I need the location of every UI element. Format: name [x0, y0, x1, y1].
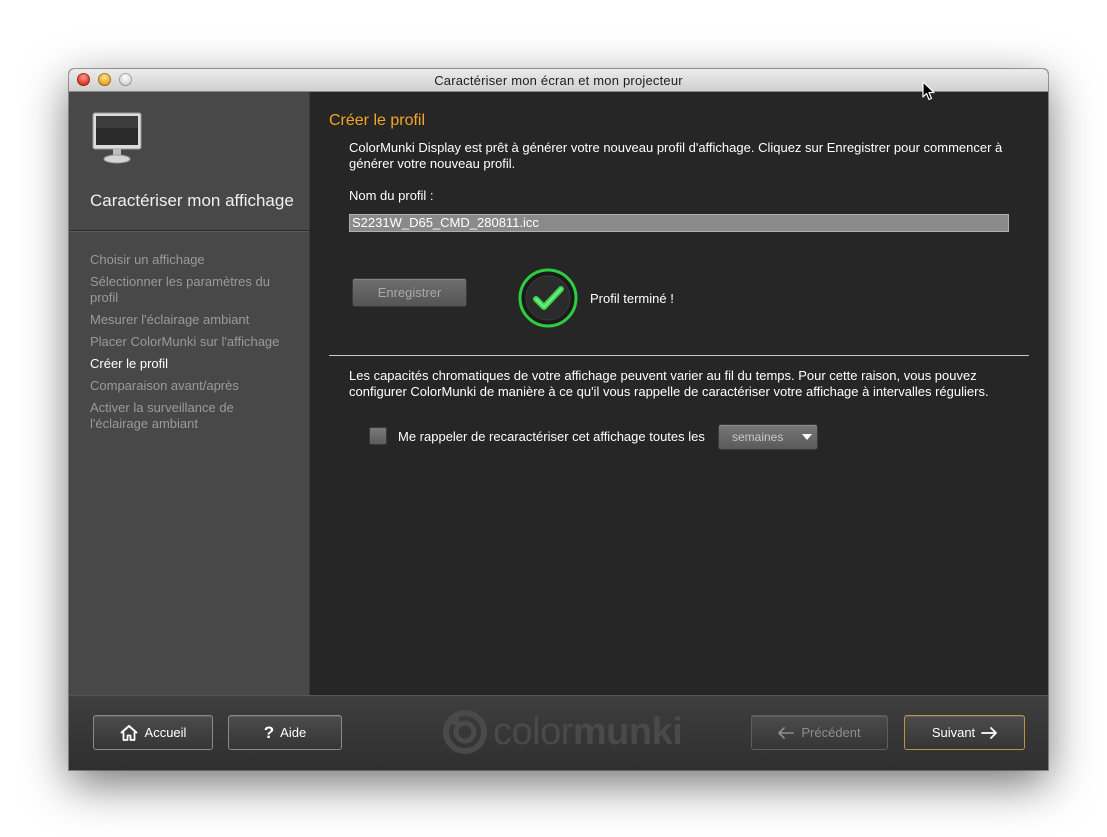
app-window: Caractériser mon écran et mon projecteur… — [69, 69, 1048, 770]
home-button-label: Accueil — [144, 725, 187, 740]
step-profile-settings[interactable]: Sélectionner les paramètres du profil — [90, 274, 290, 306]
section-title: Créer le profil — [329, 112, 426, 129]
next-button[interactable]: Suivant — [904, 715, 1025, 750]
sidebar-divider — [69, 230, 309, 231]
section-divider — [329, 355, 1029, 356]
main-panel: Créer le profil ColorMunki Display est p… — [310, 92, 1048, 695]
help-button[interactable]: ? Aide — [228, 715, 342, 750]
success-check-icon — [517, 267, 579, 329]
sidebar-title: Caractériser mon affichage — [90, 191, 294, 210]
footer-bar: Accueil ? Aide colormunki Précédent Suiv… — [69, 695, 1048, 770]
colormunki-swirl-icon — [443, 710, 487, 754]
help-icon: ? — [263, 722, 275, 742]
step-create-profile[interactable]: Créer le profil — [90, 356, 290, 372]
brand-text-light: color — [493, 710, 573, 753]
arrow-left-icon — [778, 726, 795, 739]
profile-name-label: Nom du profil : — [349, 188, 434, 203]
home-icon — [119, 724, 138, 741]
capabilities-text: Les capacités chromatiques de votre affi… — [349, 368, 989, 399]
mouse-pointer-icon — [922, 81, 935, 101]
step-choose-display[interactable]: Choisir un affichage — [90, 252, 290, 268]
previous-button-label: Précédent — [801, 725, 861, 740]
title-bar[interactable]: Caractériser mon écran et mon projecteur — [69, 69, 1048, 92]
step-ambient-monitoring[interactable]: Activer la surveillance de l'éclairage a… — [90, 400, 290, 432]
next-button-label: Suivant — [931, 725, 976, 740]
save-button[interactable]: Enregistrer — [352, 278, 467, 307]
brand-text-bold: munki — [572, 710, 683, 753]
arrow-right-icon — [981, 726, 998, 739]
home-button[interactable]: Accueil — [93, 715, 213, 750]
step-measure-ambient[interactable]: Mesurer l'éclairage ambiant — [90, 312, 290, 328]
reminder-label[interactable]: Me rappeler de recaractériser cet affich… — [398, 429, 705, 444]
previous-button[interactable]: Précédent — [751, 715, 888, 750]
help-button-label: Aide — [280, 725, 307, 740]
reminder-checkbox[interactable] — [369, 427, 387, 445]
step-before-after[interactable]: Comparaison avant/après — [90, 378, 290, 394]
intro-text: ColorMunki Display est prêt à générer vo… — [349, 140, 1003, 171]
profile-name-field[interactable] — [349, 214, 1009, 232]
window-title: Caractériser mon écran et mon projecteur — [434, 73, 683, 88]
chevron-down-icon — [802, 434, 812, 440]
step-place-device[interactable]: Placer ColorMunki sur l'affichage — [90, 334, 290, 350]
monitor-icon — [91, 112, 143, 166]
steps-list: Choisir un affichage Sélectionner les pa… — [90, 252, 290, 438]
colormunki-logo: colormunki — [442, 710, 683, 754]
interval-select[interactable]: semaines — [718, 424, 818, 450]
interval-value: semaines — [732, 430, 784, 444]
profile-status: Profil terminé ! — [590, 291, 674, 306]
sidebar: Caractériser mon affichage Choisir un af… — [69, 92, 310, 695]
